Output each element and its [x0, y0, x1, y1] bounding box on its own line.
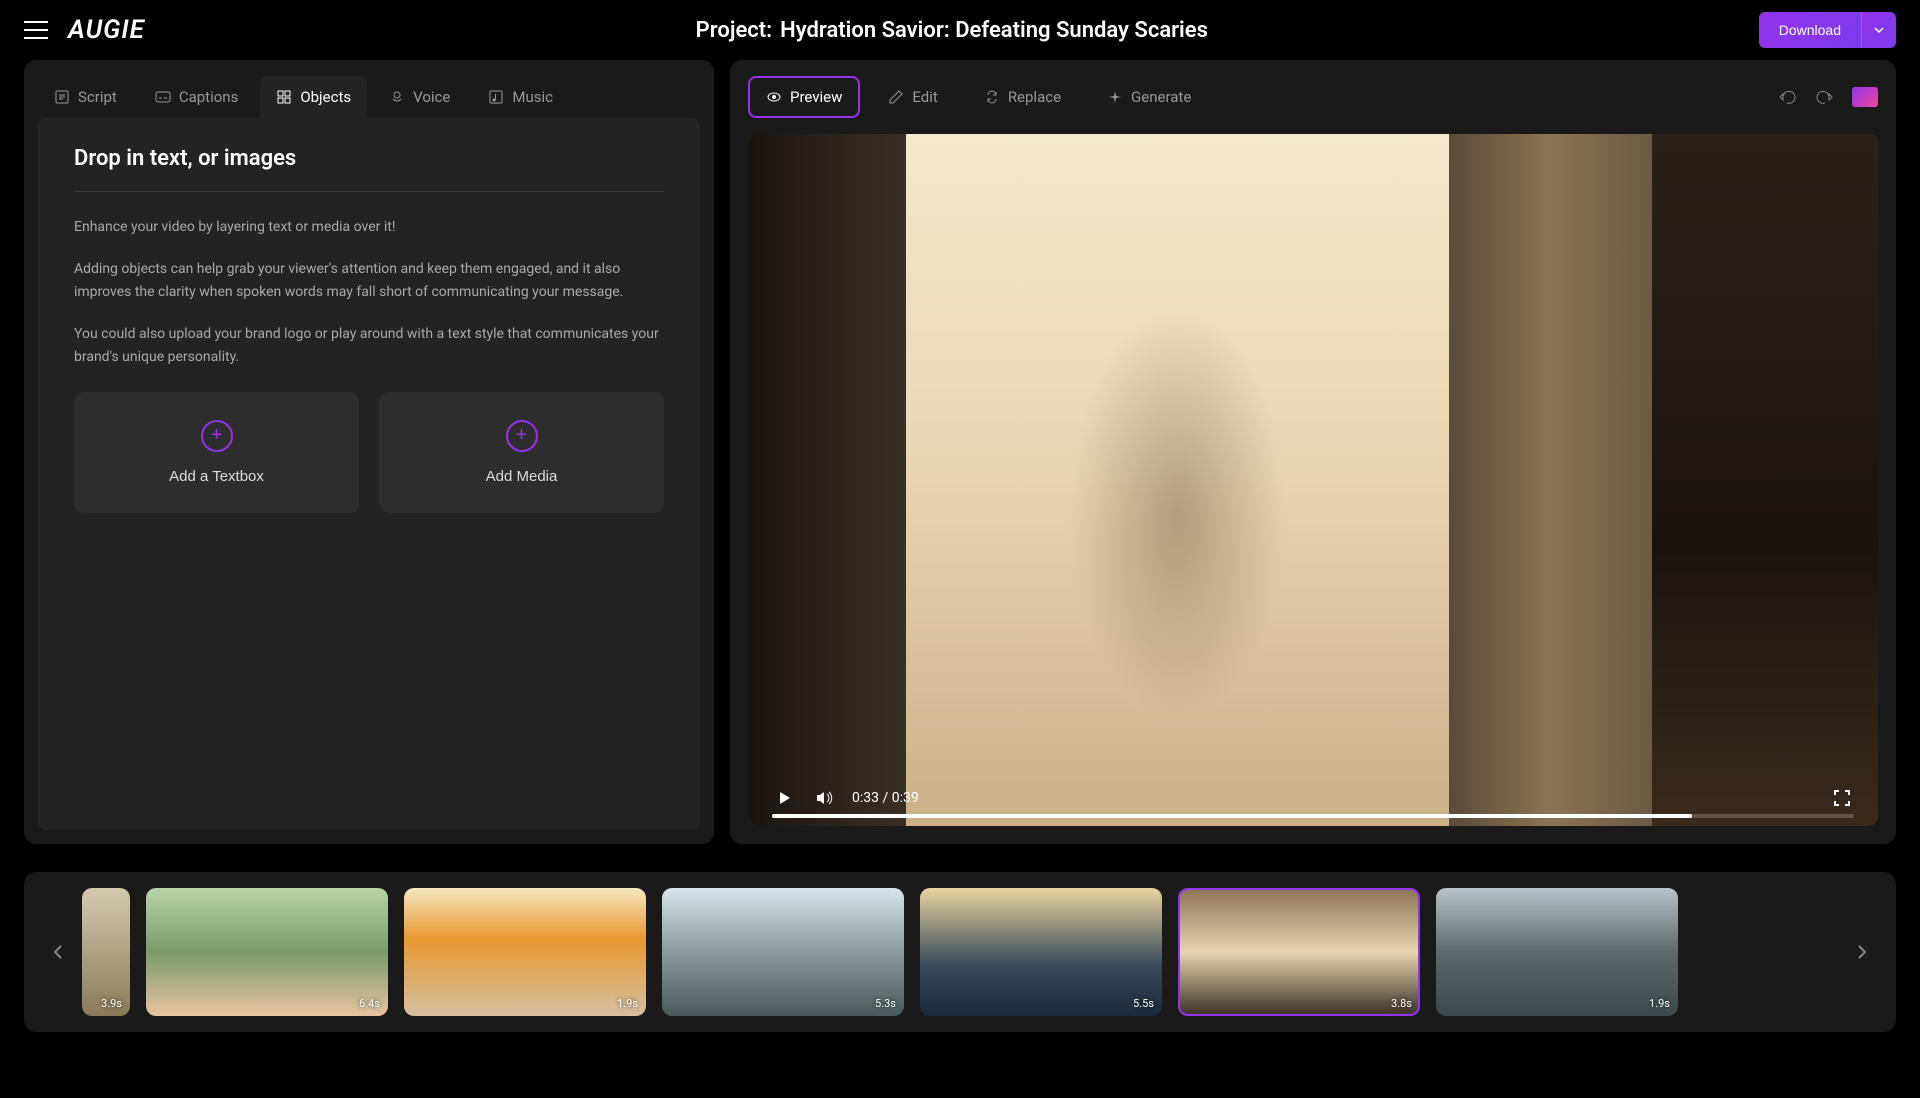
clip-duration: 3.8s	[1391, 997, 1412, 1010]
clips-row: 3.9s 6.4s 1.9s 5.3s 5.5s 3.8s 1.9s	[82, 888, 1838, 1016]
timeline-clip[interactable]: 3.8s	[1178, 888, 1420, 1016]
time-display: 0:33 / 0:39	[852, 790, 919, 806]
plus-circle-icon: +	[506, 420, 538, 452]
add-media-button[interactable]: + Add Media	[379, 392, 664, 513]
chevron-down-icon	[1874, 27, 1884, 33]
video-frame[interactable]	[748, 134, 1878, 826]
redo-icon[interactable]	[1814, 86, 1836, 108]
panel-paragraph-3: You could also upload your brand logo or…	[74, 323, 664, 368]
timeline: 3.9s 6.4s 1.9s 5.3s 5.5s 3.8s 1.9s	[24, 872, 1896, 1032]
tab-captions[interactable]: Captions	[139, 76, 254, 118]
left-tabs: Script Captions Objects Voice	[24, 60, 714, 118]
tab-edit[interactable]: Edit	[870, 76, 955, 118]
script-icon	[54, 89, 70, 105]
clip-duration: 3.9s	[101, 997, 122, 1010]
objects-icon	[276, 89, 292, 105]
music-icon	[488, 89, 504, 105]
tab-label: Edit	[912, 88, 937, 106]
aspect-ratio-icon[interactable]	[1852, 87, 1878, 107]
hamburger-menu-icon[interactable]	[24, 18, 48, 42]
clip-duration: 5.3s	[875, 997, 896, 1010]
replace-icon	[984, 89, 1000, 105]
eye-icon	[766, 89, 782, 105]
tab-label: Voice	[413, 88, 450, 106]
fullscreen-button[interactable]	[1830, 786, 1854, 810]
add-textbox-button[interactable]: + Add a Textbox	[74, 392, 359, 513]
tab-replace[interactable]: Replace	[966, 76, 1079, 118]
tab-label: Objects	[300, 88, 351, 106]
clip-duration: 1.9s	[617, 997, 638, 1010]
tab-generate[interactable]: Generate	[1089, 76, 1209, 118]
tab-label: Music	[512, 88, 553, 106]
project-label: Project:	[696, 18, 773, 43]
timeline-clip[interactable]: 1.9s	[1436, 888, 1678, 1016]
app-header: AUGIE Project: Hydration Savior: Defeati…	[0, 0, 1920, 60]
play-button[interactable]	[772, 786, 796, 810]
plus-circle-icon: +	[201, 420, 233, 452]
video-preview-area: 0:33 / 0:39	[748, 134, 1878, 826]
right-panel: Preview Edit Replace Generate	[730, 60, 1896, 844]
voice-icon	[389, 89, 405, 105]
volume-button[interactable]	[812, 786, 836, 810]
panel-heading: Drop in text, or images	[74, 146, 664, 192]
timeline-clip[interactable]: 3.9s	[82, 888, 130, 1016]
video-progress-bar[interactable]	[772, 814, 1854, 818]
sparkle-icon	[1107, 89, 1123, 105]
add-buttons-row: + Add a Textbox + Add Media	[74, 392, 664, 513]
tab-label: Captions	[179, 88, 238, 106]
tab-music[interactable]: Music	[472, 76, 569, 118]
undo-icon[interactable]	[1776, 86, 1798, 108]
tab-label: Script	[78, 88, 117, 106]
objects-panel: Drop in text, or images Enhance your vid…	[38, 118, 700, 830]
panel-paragraph-2: Adding objects can help grab your viewer…	[74, 258, 664, 303]
tab-script[interactable]: Script	[38, 76, 133, 118]
download-button-group: Download	[1759, 12, 1896, 48]
app-logo[interactable]: AUGIE	[68, 15, 145, 45]
tab-label: Replace	[1008, 88, 1061, 106]
tab-label: Preview	[790, 88, 842, 106]
download-button[interactable]: Download	[1759, 12, 1861, 48]
timeline-clip[interactable]: 1.9s	[404, 888, 646, 1016]
right-toolbar	[1776, 86, 1878, 108]
tab-voice[interactable]: Voice	[373, 76, 466, 118]
project-title-area: Project: Hydration Savior: Defeating Sun…	[145, 18, 1759, 43]
add-textbox-label: Add a Textbox	[169, 468, 264, 485]
right-tabs: Preview Edit Replace Generate	[730, 60, 1896, 134]
project-title[interactable]: Hydration Savior: Defeating Sunday Scari…	[780, 18, 1208, 43]
clip-duration: 1.9s	[1649, 997, 1670, 1010]
main-content: Script Captions Objects Voice	[0, 60, 1920, 860]
timeline-clip[interactable]: 5.5s	[920, 888, 1162, 1016]
timeline-clip[interactable]: 6.4s	[146, 888, 388, 1016]
add-media-label: Add Media	[486, 468, 558, 485]
tab-objects[interactable]: Objects	[260, 76, 367, 118]
timeline-clip[interactable]: 5.3s	[662, 888, 904, 1016]
left-panel: Script Captions Objects Voice	[24, 60, 714, 844]
tab-preview[interactable]: Preview	[748, 76, 860, 118]
captions-icon	[155, 89, 171, 105]
timeline-next-button[interactable]	[1850, 940, 1874, 964]
clip-duration: 5.5s	[1133, 997, 1154, 1010]
timeline-prev-button[interactable]	[46, 940, 70, 964]
download-dropdown-button[interactable]	[1861, 12, 1896, 48]
video-progress-fill	[772, 814, 1692, 818]
pencil-icon	[888, 89, 904, 105]
clip-duration: 6.4s	[359, 997, 380, 1010]
tab-label: Generate	[1131, 88, 1191, 106]
panel-paragraph-1: Enhance your video by layering text or m…	[74, 216, 664, 238]
